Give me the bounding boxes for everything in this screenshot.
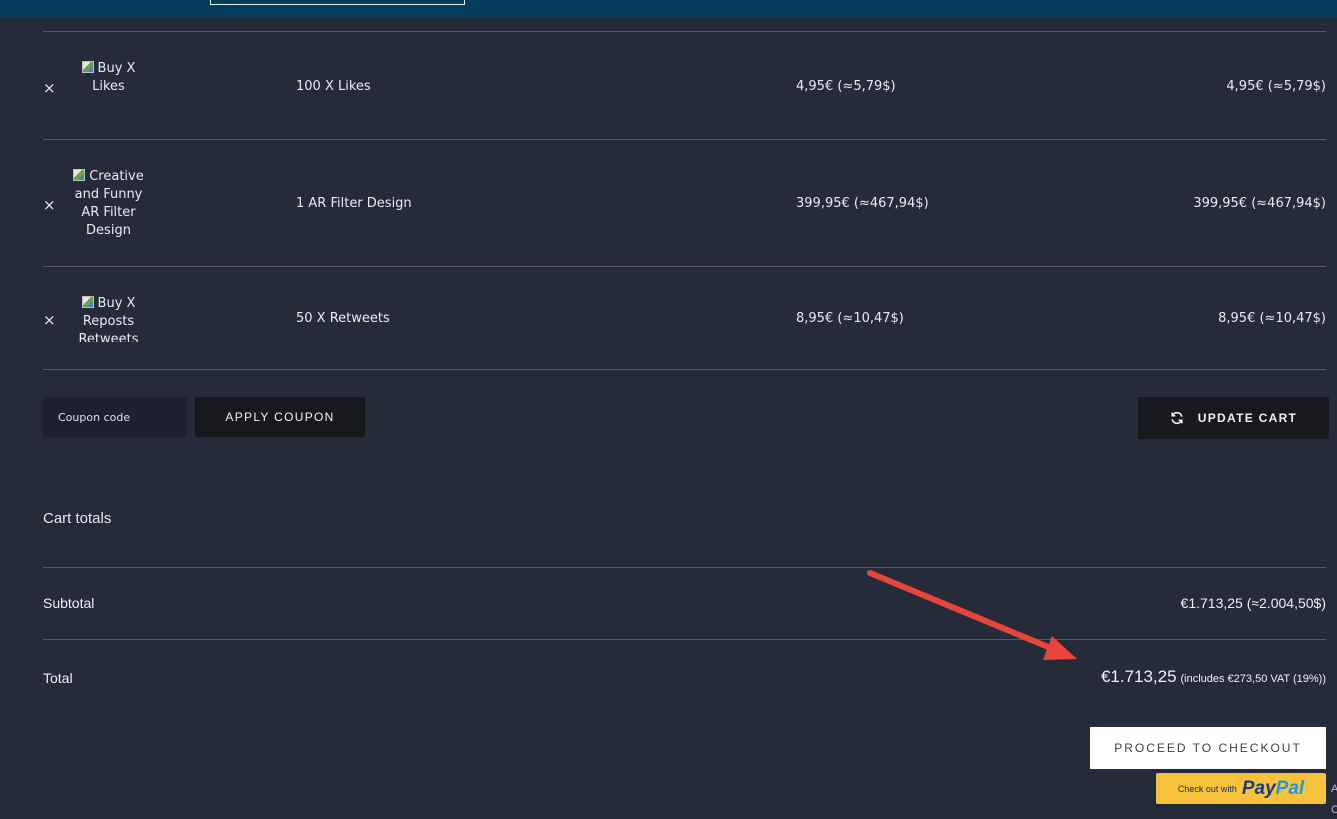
totals-divider <box>43 567 1326 568</box>
product-thumbnail[interactable]: Buy X Likes <box>73 60 144 100</box>
site-header-bar <box>0 0 1337 18</box>
product-subtotal: 8,95€ (≈10,47$) <box>1218 311 1326 326</box>
cart-item-row: × Buy X Likes 100 X Likes 4,95€ (≈5,79$)… <box>43 31 1326 140</box>
product-subtotal: 4,95€ (≈5,79$) <box>1226 79 1326 94</box>
paypal-logo: PayPal <box>1241 777 1305 799</box>
subtotal-label: Subtotal <box>43 595 95 611</box>
paypal-prefix: Check out with <box>1177 783 1237 794</box>
broken-image-icon <box>73 169 86 181</box>
cart-item-row: × Buy X Reposts Retweets 50 X Retweets 8… <box>43 266 1326 370</box>
product-thumbnail[interactable]: Creative and Funny AR Filter Design <box>73 168 144 244</box>
product-thumbnail[interactable]: Buy X Reposts Retweets <box>73 295 144 342</box>
product-price: 8,95€ (≈10,47$) <box>796 311 904 326</box>
cart-item-row: × Creative and Funny AR Filter Design 1 … <box>43 139 1326 267</box>
product-thumbnail-alt: Buy X Likes <box>92 61 136 94</box>
vat-note: (includes €273,50 VAT (19%)) <box>1180 673 1326 685</box>
product-name-link[interactable]: 50 X Retweets <box>296 311 390 326</box>
header-search-box[interactable] <box>210 0 465 5</box>
cart-table-bottom-divider <box>43 369 1326 370</box>
product-name-link[interactable]: 100 X Likes <box>296 79 371 94</box>
total-label: Total <box>43 670 73 686</box>
product-price: 4,95€ (≈5,79$) <box>796 79 896 94</box>
totals-divider <box>43 639 1326 640</box>
proceed-to-checkout-button[interactable]: PROCEED TO CHECKOUT <box>1090 727 1326 769</box>
subtotal-value: €1.713,25 (≈2.004,50$) <box>1180 595 1326 611</box>
product-name-link[interactable]: 1 AR Filter Design <box>296 196 412 211</box>
product-price: 399,95€ (≈467,94$) <box>796 196 929 211</box>
coupon-code-input[interactable] <box>43 397 187 437</box>
refresh-icon <box>1171 411 1183 425</box>
total-value: €1.713,25 (includes €273,50 VAT (19%)) <box>1101 667 1326 687</box>
edge-text-a: A <box>1331 783 1337 795</box>
total-amount: €1.713,25 <box>1100 667 1177 686</box>
update-cart-label: UPDATE CART <box>1197 411 1298 425</box>
remove-item-icon[interactable]: × <box>43 79 56 97</box>
paypal-checkout-button[interactable]: Check out with PayPal <box>1156 773 1326 804</box>
broken-image-icon <box>81 296 94 308</box>
cart-totals-heading: Cart totals <box>43 510 112 527</box>
apply-coupon-button[interactable]: APPLY COUPON <box>195 397 365 437</box>
remove-item-icon[interactable]: × <box>43 311 56 329</box>
update-cart-button[interactable]: UPDATE CART <box>1138 397 1329 439</box>
broken-image-icon <box>81 61 94 73</box>
edge-text-c: C <box>1331 804 1337 816</box>
remove-item-icon[interactable]: × <box>43 196 56 214</box>
product-subtotal: 399,95€ (≈467,94$) <box>1193 196 1326 211</box>
